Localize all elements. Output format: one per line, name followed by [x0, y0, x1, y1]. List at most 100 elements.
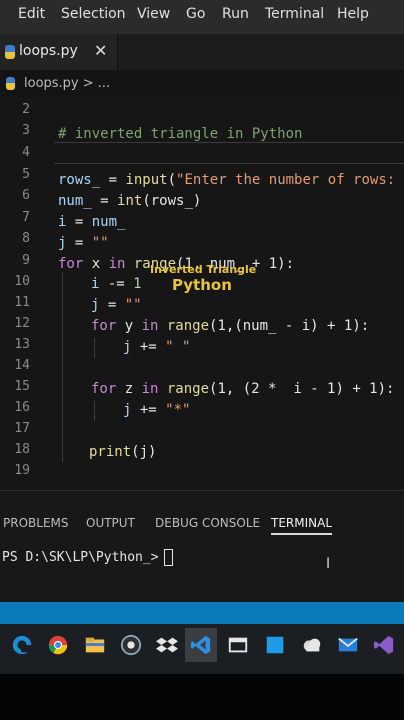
code-token: range: [158, 381, 210, 397]
indent-guide: [94, 401, 95, 421]
current-line-highlight: [54, 142, 404, 164]
line-number: 15: [14, 379, 30, 394]
bottom-bezel: [0, 674, 404, 720]
code-token: " ": [165, 339, 191, 355]
dropbox-icon[interactable]: [155, 634, 179, 656]
tab-filename: loops.py: [19, 43, 78, 59]
breadcrumb-path[interactable]: loops.py > ...: [24, 76, 110, 91]
tab-terminal[interactable]: TERMINAL: [271, 516, 333, 535]
menu-bar: Edit Selection View Go Run Terminal Help: [0, 0, 404, 34]
code-line-16: j += "*": [123, 402, 190, 418]
overlay-title: Inverted Triangle: [150, 263, 257, 276]
code-token: range: [158, 318, 210, 334]
terminal-prompt[interactable]: PS D:\SK\LP\Python_>: [2, 550, 159, 565]
menu-terminal[interactable]: Terminal: [265, 6, 324, 22]
code-editor[interactable]: 2 3 4 5 6 7 8 9 10 11 12 13 14 15 16 17 …: [0, 98, 404, 490]
code-line-13: j += " ": [123, 339, 190, 355]
tab-problems[interactable]: PROBLEMS: [3, 516, 69, 530]
code-token: for: [91, 318, 117, 334]
code-token: num_: [58, 193, 92, 209]
app-icon[interactable]: [119, 634, 143, 656]
mouse-ibeam-icon: I: [326, 556, 331, 572]
breadcrumb[interactable]: loops.py > ...: [0, 70, 404, 98]
visual-studio-icon[interactable]: [372, 634, 396, 656]
code-token: for: [91, 381, 117, 397]
code-token: +=: [131, 339, 166, 355]
code-token: int: [117, 193, 143, 209]
line-number: 18: [14, 442, 30, 457]
line-number: 14: [14, 358, 30, 373]
tab-debug-console[interactable]: DEBUG CONSOLE: [155, 516, 260, 530]
python-file-icon: [5, 45, 15, 59]
code-token: "*": [165, 402, 191, 418]
menu-edit[interactable]: Edit: [18, 6, 45, 22]
code-token: input: [125, 172, 168, 188]
editor-tab-bar: loops.py ✕: [0, 34, 404, 70]
code-token: rows_: [58, 172, 101, 188]
tab-loops-py[interactable]: loops.py ✕: [0, 34, 118, 70]
line-number: 2: [22, 102, 30, 117]
code-token: (1, (2 * i - 1) + 1):: [209, 381, 395, 397]
code-comment: # inverted triangle in Python: [58, 126, 303, 142]
code-line-5: rows_ = input("Enter the number of rows:: [58, 172, 395, 188]
code-token: =: [99, 297, 125, 313]
code-line-10: i -= 1: [91, 276, 142, 292]
line-number: 9: [22, 253, 30, 268]
code-token: "": [91, 235, 109, 251]
close-icon[interactable]: ✕: [94, 41, 107, 60]
code-token: in: [108, 256, 126, 272]
code-line-8: j = "": [58, 235, 109, 251]
window-icon[interactable]: [226, 634, 250, 656]
line-number: 12: [14, 316, 30, 331]
code-line-7: i = num_: [58, 214, 125, 230]
menu-go[interactable]: Go: [186, 6, 205, 22]
code-token: z: [116, 381, 142, 397]
blue-square-icon[interactable]: [263, 634, 287, 656]
code-token: "": [124, 297, 142, 313]
code-token: (j): [131, 444, 157, 460]
code-token: =: [66, 214, 92, 230]
menu-run[interactable]: Run: [222, 6, 249, 22]
code-token: 1: [133, 276, 142, 292]
line-number: 6: [22, 188, 30, 203]
line-number: 11: [14, 295, 30, 310]
code-token: num_: [91, 214, 126, 230]
line-number: 16: [14, 400, 30, 415]
line-number: 4: [22, 145, 30, 160]
tab-output[interactable]: OUTPUT: [86, 516, 135, 530]
code-line-15: for z in range(1, (2 * i - 1) + 1):: [91, 381, 394, 397]
code-line-12: for y in range(1,(num_ - i) + 1):: [91, 318, 369, 334]
menu-selection[interactable]: Selection: [61, 6, 126, 22]
vscode-icon[interactable]: [189, 634, 213, 656]
line-number: 5: [22, 167, 30, 182]
taskbar: [0, 624, 404, 674]
code-token: (rows_): [142, 193, 202, 209]
menu-help[interactable]: Help: [337, 6, 369, 22]
line-number: 17: [14, 421, 30, 436]
code-token: (: [167, 172, 177, 188]
code-token: in: [141, 381, 159, 397]
code-token: "Enter the number of rows:: [176, 172, 396, 188]
menu-view[interactable]: View: [137, 6, 170, 22]
line-number: 3: [22, 123, 30, 138]
code-line-18: print(j): [89, 444, 156, 460]
code-token: =: [91, 193, 118, 209]
code-line-3: # inverted triangle in Python: [58, 126, 302, 142]
code-token: print: [89, 444, 132, 460]
indent-guide: [62, 272, 63, 462]
cloud-app-icon[interactable]: [300, 634, 324, 656]
edge-icon[interactable]: [10, 634, 34, 656]
file-explorer-icon[interactable]: [83, 634, 107, 656]
code-token: in: [141, 318, 159, 334]
code-token: x: [83, 256, 109, 272]
line-number: 13: [14, 337, 30, 352]
chrome-icon[interactable]: [46, 634, 70, 656]
line-number: 19: [14, 463, 30, 478]
code-token: (1,(num_ - i) + 1):: [209, 318, 370, 334]
code-line-6: num_ = int(rows_): [58, 193, 201, 209]
mail-icon[interactable]: [336, 634, 360, 656]
code-token: -=: [99, 276, 134, 292]
python-file-icon: [6, 77, 15, 90]
code-token: for: [58, 256, 84, 272]
indent-guide: [94, 338, 95, 358]
